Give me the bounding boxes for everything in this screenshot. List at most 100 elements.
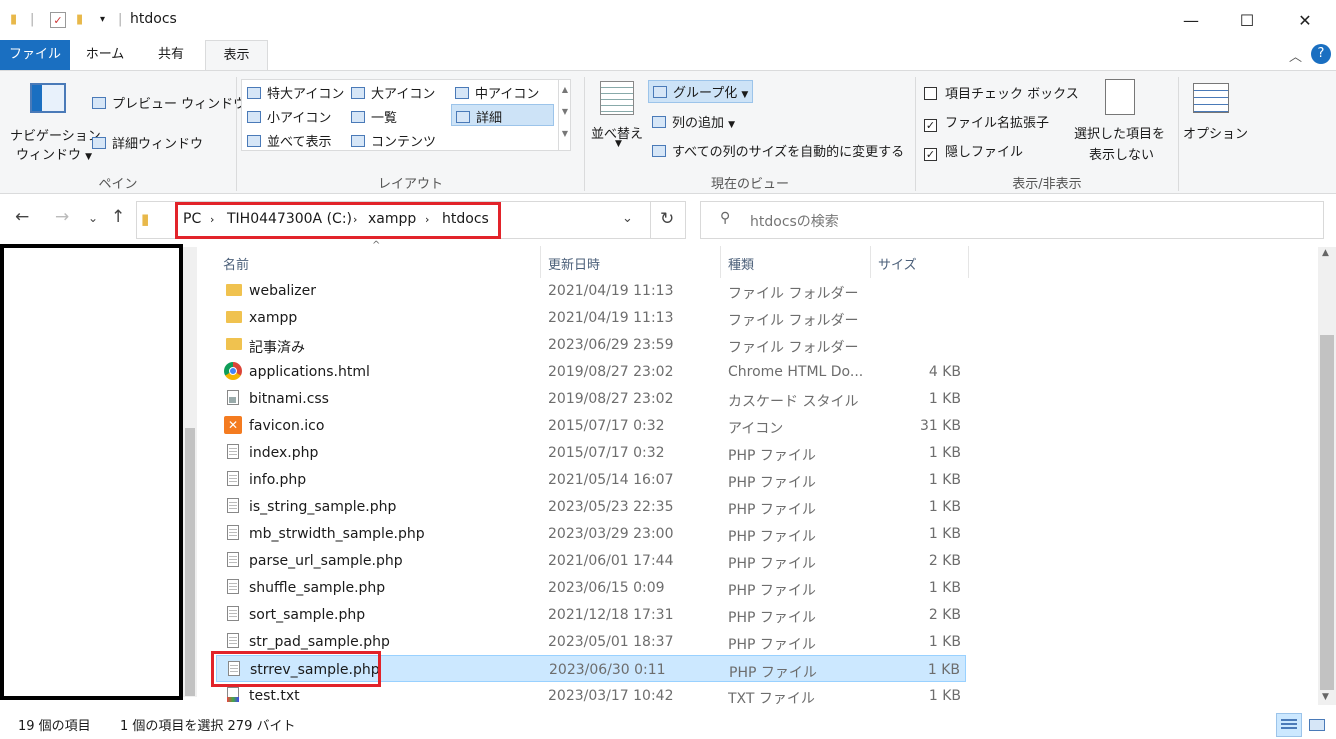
selection-info: 1 個の項目を選択 279 バイト	[120, 719, 296, 734]
sort-ascending-icon: ^	[372, 240, 381, 251]
chevron-right-icon[interactable]: ›	[353, 213, 357, 226]
group-by-button[interactable]: グループ化 ▼	[648, 80, 754, 103]
file-row[interactable]: applications.html 2019/08/27 23:02 Chrome …	[216, 358, 966, 385]
scroll-up-icon[interactable]: ▲	[1322, 248, 1329, 258]
tab-share[interactable]: 共有	[142, 40, 200, 70]
large-icons-view-button[interactable]	[1304, 713, 1330, 737]
column-divider[interactable]	[540, 246, 541, 278]
css-file-icon	[224, 389, 242, 407]
minimize-button[interactable]: —	[1162, 0, 1220, 40]
column-header-name[interactable]: 名前	[223, 254, 249, 273]
file-row[interactable]: index.php 2015/07/17 0:32 PHP ファイル 1 KB	[216, 439, 966, 466]
file-row[interactable]: shuffle_sample.php 2023/06/15 0:09 PHP ファイ…	[216, 574, 966, 601]
tab-home[interactable]: ホーム	[76, 40, 134, 70]
layout-details[interactable]: 詳細	[451, 104, 554, 126]
refresh-icon[interactable]: ↻	[660, 209, 674, 229]
sort-chevron-icon[interactable]: ▼	[615, 139, 622, 149]
close-button[interactable]: ✕	[1276, 0, 1334, 40]
help-icon[interactable]: ?	[1311, 44, 1331, 64]
address-dropdown-icon[interactable]: ⌄	[622, 211, 633, 226]
tab-view[interactable]: 表示	[205, 40, 268, 70]
file-name: test.txt	[249, 688, 300, 704]
file-row[interactable]: mb_strwidth_sample.php 2023/03/29 23:00 PH…	[216, 520, 966, 547]
layout-large-icons[interactable]: 大アイコン	[351, 83, 435, 102]
navigation-pane-scroll-thumb[interactable]	[185, 428, 195, 696]
file-size: 1 KB	[927, 662, 960, 678]
file-extensions-toggle[interactable]: ✓ ファイル名拡張子	[924, 112, 1049, 132]
file-row[interactable]: parse_url_sample.php 2021/06/01 17:44 PHP …	[216, 547, 966, 574]
collapse-ribbon-icon[interactable]: ︿	[1289, 46, 1302, 65]
forward-arrow-icon[interactable]: →	[55, 207, 69, 227]
file-list-scroll-thumb[interactable]	[1320, 335, 1334, 690]
layout-item-label: 並べて表示	[267, 135, 332, 150]
up-arrow-icon[interactable]: ↑	[111, 207, 125, 227]
maximize-button[interactable]: ☐	[1218, 0, 1276, 40]
layout-gallery-scroll[interactable]: ▲ ▼ ▼	[558, 79, 571, 151]
navigation-pane-button[interactable]: ウィンドウ ▼	[16, 144, 92, 163]
file-icon	[224, 470, 242, 488]
file-row[interactable]: ✕ favicon.ico 2015/07/17 0:32 アイコン 31 KB	[216, 412, 966, 439]
layout-tiles[interactable]: 並べて表示	[247, 131, 331, 150]
file-row[interactable]: sort_sample.php 2021/12/18 17:31 PHP ファイル 2…	[216, 601, 966, 628]
new-folder-icon[interactable]: ▮	[76, 12, 83, 28]
navigation-pane[interactable]	[0, 244, 183, 700]
hide-selected-label-1[interactable]: 選択した項目を	[1074, 123, 1165, 142]
layout-medium-icons[interactable]: 中アイコン	[455, 83, 539, 102]
preview-pane-button[interactable]: プレビュー ウィンドウ	[92, 93, 246, 112]
file-icon	[224, 605, 242, 623]
chevron-right-icon[interactable]: ›	[425, 213, 429, 226]
breadcrumb-drive[interactable]: TIH0447300A (C:)	[227, 211, 352, 227]
group-by-icon	[653, 86, 667, 98]
autosize-columns-icon	[652, 145, 666, 157]
file-row[interactable]: webalizer 2021/04/19 11:13 ファイル フォルダー	[216, 277, 966, 304]
autosize-columns-button[interactable]: すべての列のサイズを自動的に変更する	[652, 141, 904, 160]
file-row[interactable]: is_string_sample.php 2023/05/23 22:35 PHP …	[216, 493, 966, 520]
file-row[interactable]: bitnami.css 2019/08/27 23:02 カスケード スタイル シ.…	[216, 385, 966, 412]
options-button[interactable]: オプション	[1183, 123, 1248, 142]
tab-file[interactable]: ファイル	[0, 40, 70, 70]
file-name: info.php	[249, 472, 307, 488]
details-view-button[interactable]	[1276, 713, 1302, 737]
properties-icon[interactable]: ✓	[50, 12, 66, 28]
file-date: 2021/12/18 17:31	[548, 607, 674, 623]
details-pane-button[interactable]: 詳細ウィンドウ	[92, 133, 203, 152]
scroll-down-icon[interactable]: ▼	[1322, 692, 1329, 702]
file-name: favicon.ico	[249, 418, 325, 434]
file-type: PHP ファイル	[728, 502, 816, 518]
quick-access-dropdown-icon[interactable]: ▾	[100, 12, 105, 28]
column-divider[interactable]	[870, 246, 871, 278]
recent-locations-icon[interactable]: ⌄	[88, 211, 98, 225]
add-column-button[interactable]: 列の追加 ▼	[652, 112, 735, 131]
navigation-pane-icon	[30, 83, 66, 113]
column-divider[interactable]	[968, 246, 969, 278]
chevron-down-icon: ▼	[85, 152, 93, 162]
navigation-pane-label[interactable]: ナビゲーション	[10, 125, 101, 144]
column-divider[interactable]	[720, 246, 721, 278]
back-arrow-icon[interactable]: ←	[15, 207, 29, 227]
column-header-date[interactable]: 更新日時	[548, 254, 600, 273]
file-type: PHP ファイル	[728, 556, 816, 572]
layout-content[interactable]: コンテンツ	[351, 131, 436, 150]
breadcrumb-pc[interactable]: PC	[183, 211, 201, 227]
group-label-current-view: 現在のビュー	[710, 177, 789, 192]
breadcrumb-xampp[interactable]: xampp	[368, 211, 416, 227]
hidden-items-toggle[interactable]: ✓ 隠しファイル	[924, 141, 1023, 161]
file-row[interactable]: xampp 2021/04/19 11:13 ファイル フォルダー	[216, 304, 966, 331]
search-input[interactable]: htdocsの検索	[750, 211, 839, 231]
breadcrumb-htdocs[interactable]: htdocs	[442, 211, 489, 227]
item-checkboxes-toggle[interactable]: 項目チェック ボックス	[924, 83, 1079, 102]
hidden-items-label: 隠しファイル	[945, 145, 1024, 160]
separator: |	[118, 12, 123, 27]
file-date: 2015/07/17 0:32	[548, 418, 665, 434]
large-icons-view-icon	[1309, 719, 1325, 731]
hide-selected-label-2[interactable]: 表示しない	[1089, 144, 1154, 163]
chevron-right-icon[interactable]: ›	[210, 213, 214, 226]
hide-selected-icon	[1105, 79, 1135, 115]
layout-list[interactable]: 一覧	[351, 107, 397, 126]
layout-small-icons[interactable]: 小アイコン	[247, 107, 331, 126]
file-row[interactable]: 記事済み 2023/06/29 23:59 ファイル フォルダー	[216, 331, 966, 358]
column-header-size[interactable]: サイズ	[878, 254, 917, 273]
column-header-type[interactable]: 種類	[728, 254, 754, 273]
file-row[interactable]: info.php 2021/05/14 16:07 PHP ファイル 1 KB	[216, 466, 966, 493]
layout-extra-large-icons[interactable]: 特大アイコン	[247, 83, 344, 102]
